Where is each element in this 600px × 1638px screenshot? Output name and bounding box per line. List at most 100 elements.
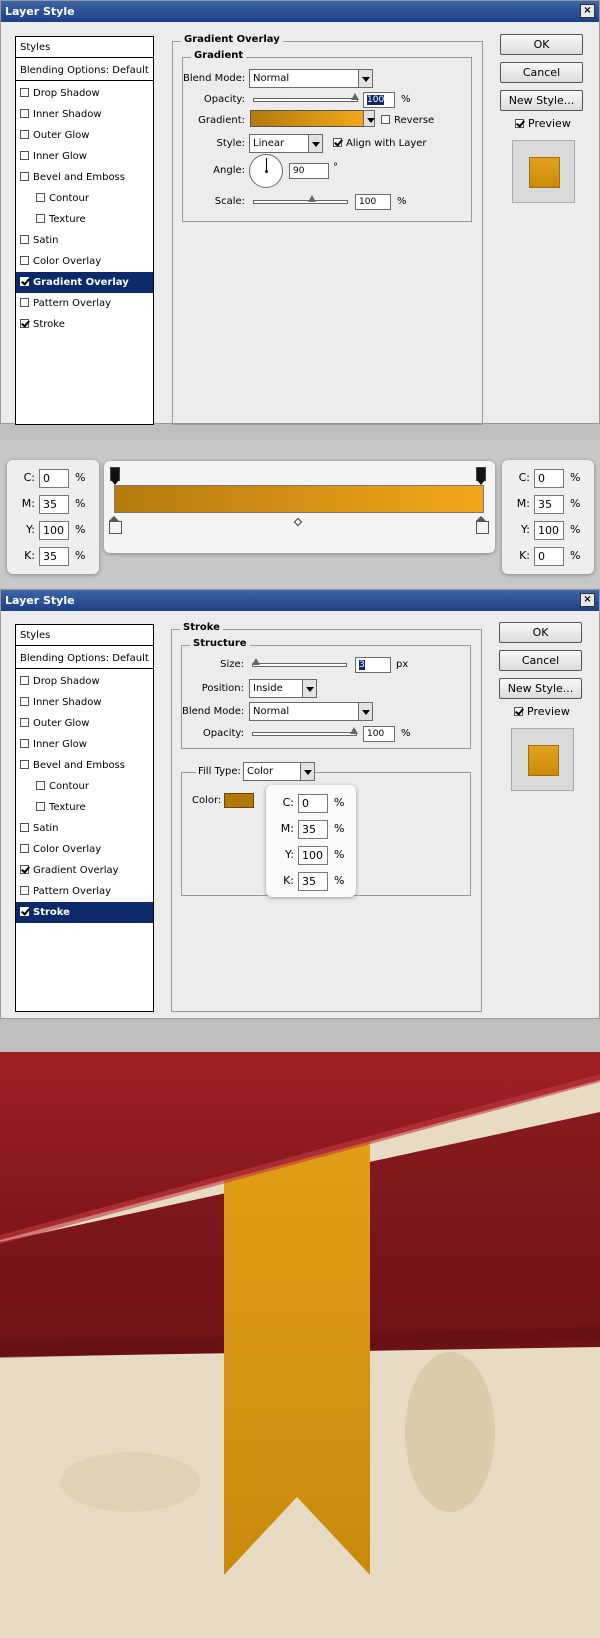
angle-dial[interactable] (249, 154, 283, 188)
k-input[interactable]: 35 (298, 872, 328, 891)
style-item-texture[interactable]: Texture (16, 209, 153, 230)
midpoint-diamond[interactable] (293, 517, 303, 527)
color-stop-right[interactable] (476, 516, 489, 534)
style-item-texture[interactable]: Texture (16, 797, 153, 818)
size-input[interactable]: 3 (355, 657, 391, 673)
checkbox[interactable] (20, 256, 29, 265)
new-style-button[interactable]: New Style... (500, 90, 583, 111)
checkbox[interactable] (20, 676, 29, 685)
style-item-satin[interactable]: Satin (16, 230, 153, 251)
gradient-swatch[interactable] (250, 110, 365, 127)
preview-checkbox[interactable] (515, 119, 524, 128)
opacity-input[interactable]: 100 (363, 92, 395, 108)
style-item-bevel-and-emboss[interactable]: Bevel and Emboss (16, 755, 153, 776)
y-input[interactable]: 100 (298, 846, 328, 865)
checkbox[interactable] (20, 844, 29, 853)
style-select[interactable]: Linear (249, 134, 323, 153)
style-item-outer-glow[interactable]: Outer Glow (16, 713, 153, 734)
checkbox[interactable] (20, 109, 29, 118)
opacity-slider[interactable] (253, 93, 359, 102)
reverse-checkbox[interactable] (381, 115, 390, 124)
k-input[interactable]: 0 (534, 547, 564, 566)
checkbox[interactable] (36, 193, 45, 202)
style-item-color-overlay[interactable]: Color Overlay (16, 251, 153, 272)
m-input[interactable]: 35 (534, 495, 564, 514)
preview-checkbox[interactable] (514, 707, 523, 716)
styles-header[interactable]: Styles (16, 37, 153, 58)
preview-toggle[interactable]: Preview (515, 117, 571, 130)
c-input[interactable]: 0 (534, 469, 564, 488)
checkbox[interactable] (20, 718, 29, 727)
checkbox[interactable] (20, 298, 29, 307)
checkbox[interactable] (20, 130, 29, 139)
color-stop-left[interactable] (109, 516, 122, 534)
gradient-preview-bar[interactable] (114, 485, 484, 513)
checkbox[interactable] (20, 760, 29, 769)
m-input[interactable]: 35 (39, 495, 69, 514)
scale-input[interactable]: 100 (355, 194, 391, 210)
align-checkbox-wrap[interactable]: Align with Layer (333, 138, 427, 149)
checkbox[interactable] (20, 865, 29, 874)
size-slider[interactable] (252, 658, 347, 667)
style-item-inner-glow[interactable]: Inner Glow (16, 734, 153, 755)
checkbox[interactable] (20, 697, 29, 706)
blending-options-item[interactable]: Blending Options: Default (16, 648, 153, 669)
close-icon[interactable]: × (580, 4, 595, 18)
style-item-satin[interactable]: Satin (16, 818, 153, 839)
style-item-drop-shadow[interactable]: Drop Shadow (16, 671, 153, 692)
preview-toggle[interactable]: Preview (514, 705, 570, 718)
checkbox[interactable] (20, 235, 29, 244)
opacity-slider-thumb[interactable] (350, 727, 358, 734)
y-input[interactable]: 100 (534, 521, 564, 540)
c-input[interactable]: 0 (298, 794, 328, 813)
k-input[interactable]: 35 (39, 547, 69, 566)
stroke-color-swatch[interactable] (224, 793, 254, 808)
style-item-gradient-overlay[interactable]: Gradient Overlay (16, 272, 153, 293)
style-item-inner-shadow[interactable]: Inner Shadow (16, 104, 153, 125)
checkbox[interactable] (20, 151, 29, 160)
blend-mode-select[interactable]: Normal (249, 69, 373, 88)
style-item-stroke[interactable]: Stroke (16, 314, 153, 335)
checkbox[interactable] (20, 823, 29, 832)
checkbox[interactable] (36, 781, 45, 790)
ok-button[interactable]: OK (500, 34, 583, 55)
scale-slider[interactable] (253, 195, 348, 204)
styles-header[interactable]: Styles (16, 625, 153, 646)
gradient-picker-dropdown[interactable] (363, 110, 375, 127)
style-item-inner-shadow[interactable]: Inner Shadow (16, 692, 153, 713)
scale-slider-thumb[interactable] (308, 195, 316, 202)
opacity-stop-left[interactable] (110, 467, 120, 485)
style-item-contour[interactable]: Contour (16, 776, 153, 797)
style-item-pattern-overlay[interactable]: Pattern Overlay (16, 881, 153, 902)
style-item-color-overlay[interactable]: Color Overlay (16, 839, 153, 860)
style-item-contour[interactable]: Contour (16, 188, 153, 209)
checkbox[interactable] (20, 886, 29, 895)
style-item-inner-glow[interactable]: Inner Glow (16, 146, 153, 167)
cancel-button[interactable]: Cancel (500, 62, 583, 83)
size-slider-thumb[interactable] (252, 658, 260, 665)
style-item-outer-glow[interactable]: Outer Glow (16, 125, 153, 146)
checkbox[interactable] (20, 319, 29, 328)
checkbox[interactable] (20, 277, 29, 286)
m-input[interactable]: 35 (298, 820, 328, 839)
blend-mode-select[interactable]: Normal (249, 702, 373, 721)
position-select[interactable]: Inside (249, 679, 317, 698)
opacity-stop-right[interactable] (476, 467, 486, 485)
checkbox[interactable] (20, 172, 29, 181)
ok-button[interactable]: OK (499, 622, 582, 643)
style-item-drop-shadow[interactable]: Drop Shadow (16, 83, 153, 104)
opacity-slider-thumb[interactable] (351, 93, 359, 100)
style-item-stroke[interactable]: Stroke (16, 902, 153, 923)
align-with-layer-checkbox[interactable] (333, 138, 342, 147)
checkbox[interactable] (20, 907, 29, 916)
fill-type-select[interactable]: Color (243, 762, 315, 781)
c-input[interactable]: 0 (39, 469, 69, 488)
opacity-input[interactable]: 100 (363, 726, 395, 742)
opacity-slider[interactable] (252, 727, 358, 736)
checkbox[interactable] (20, 88, 29, 97)
checkbox[interactable] (36, 214, 45, 223)
blending-options-item[interactable]: Blending Options: Default (16, 60, 153, 81)
y-input[interactable]: 100 (39, 521, 69, 540)
style-item-bevel-and-emboss[interactable]: Bevel and Emboss (16, 167, 153, 188)
style-item-pattern-overlay[interactable]: Pattern Overlay (16, 293, 153, 314)
